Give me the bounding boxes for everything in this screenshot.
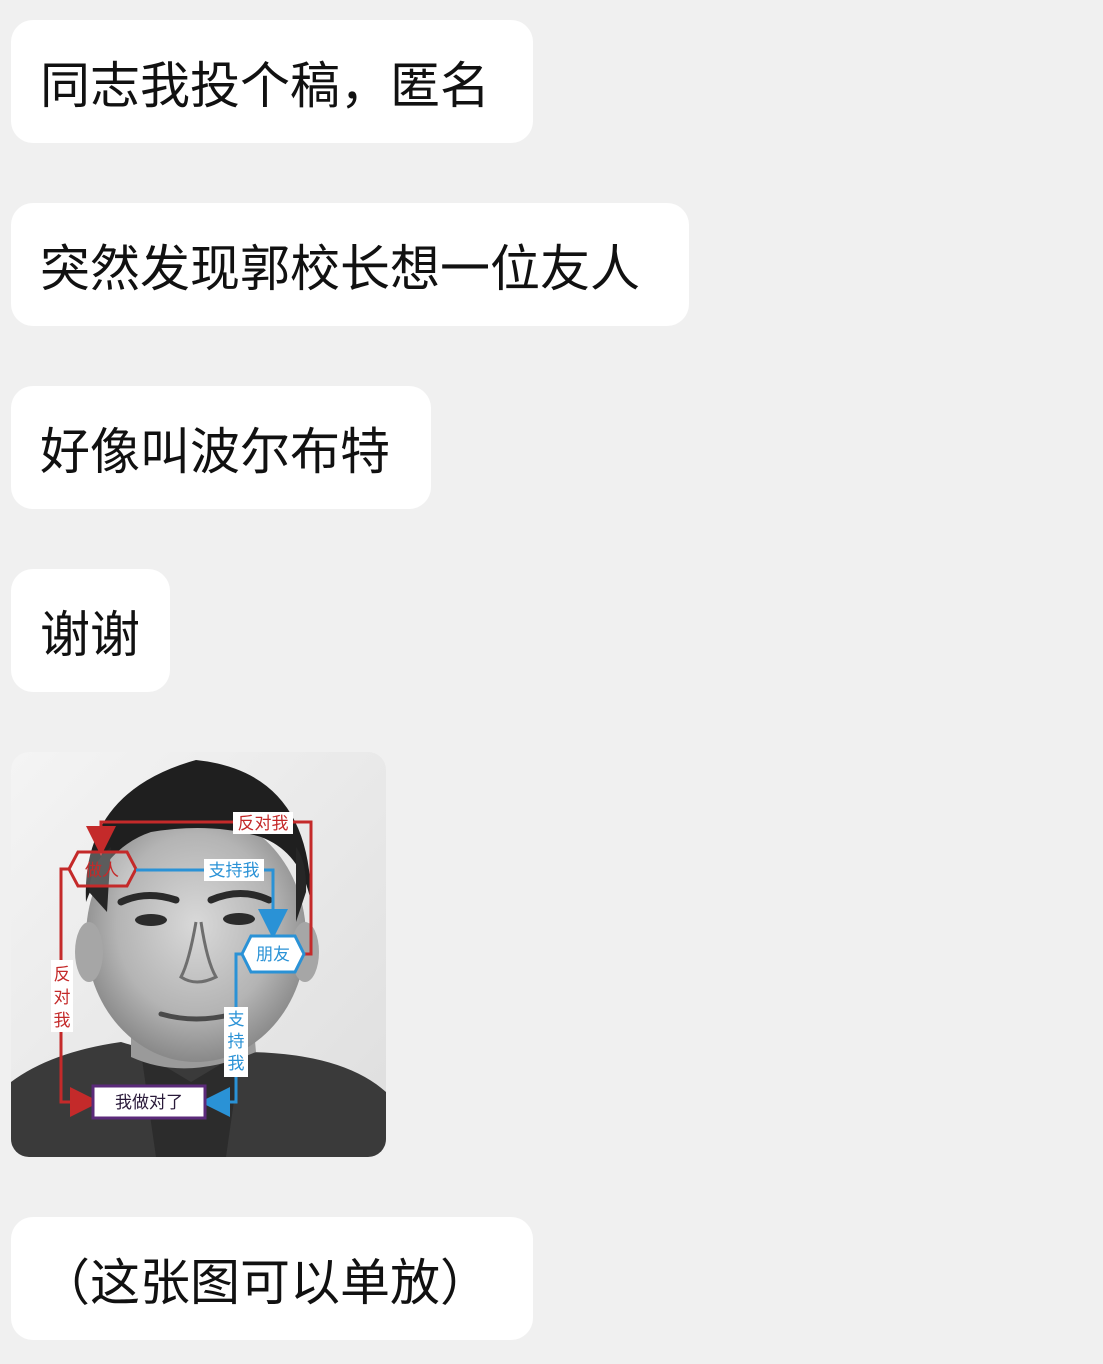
message-text: 好像叫波尔布特	[40, 422, 390, 481]
chat-message-bubble[interactable]: 突然发现郭校长想一位友人	[11, 203, 689, 326]
message-text: 同志我投个稿，匿名	[40, 56, 490, 115]
chat-message-bubble[interactable]: 同志我投个稿，匿名	[11, 20, 533, 143]
label-oppose-left-1: 反	[54, 965, 71, 985]
label-support-vertical-1: 支	[228, 1010, 245, 1030]
chat-message-bubble[interactable]: 谢谢	[11, 569, 170, 692]
label-person: 做人	[85, 861, 119, 881]
message-text: 突然发现郭校长想一位友人	[40, 239, 640, 298]
chat-image-message[interactable]: 反对我 做人 支持我 朋友 反 对 我 支 持 我 我做对了	[11, 752, 386, 1157]
label-oppose-top: 反对我	[238, 814, 289, 834]
label-oppose-left-3: 我	[54, 1011, 71, 1031]
message-text: （这张图可以单放）	[40, 1253, 490, 1312]
portrait-meme-image: 反对我 做人 支持我 朋友 反 对 我 支 持 我 我做对了	[11, 752, 386, 1157]
label-oppose-left-2: 对	[54, 988, 71, 1008]
label-result: 我做对了	[115, 1093, 183, 1113]
label-friend: 朋友	[256, 945, 290, 965]
label-support-right: 支持我	[209, 861, 260, 881]
chat-message-bubble[interactable]: 好像叫波尔布特	[11, 386, 431, 509]
message-text: 谢谢	[40, 605, 140, 664]
chat-message-bubble[interactable]: （这张图可以单放）	[11, 1217, 533, 1340]
label-support-vertical-3: 我	[228, 1054, 245, 1074]
label-support-vertical-2: 持	[228, 1032, 245, 1052]
